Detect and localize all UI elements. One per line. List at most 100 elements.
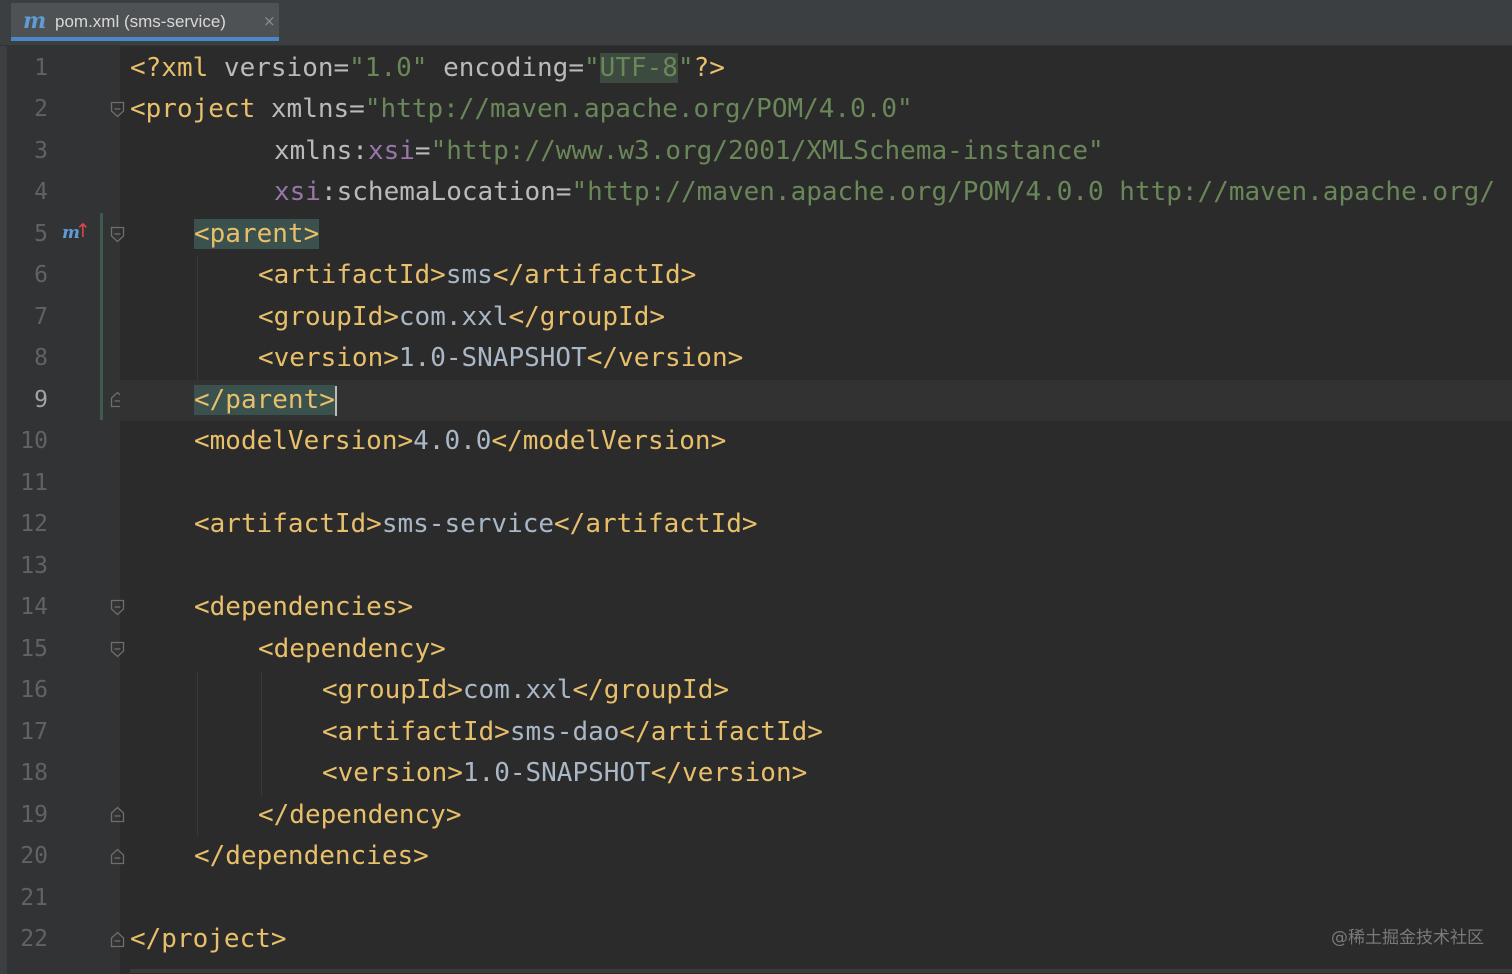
code-line-10: <modelVersion>4.0.0</modelVersion> (194, 423, 726, 459)
quote: " (677, 53, 694, 83)
tag-parent-close-matched: </parent> (194, 385, 335, 415)
code-line-20: </dependencies> (194, 838, 429, 874)
tag-text: 4.0.0 (413, 426, 492, 456)
tag-close: </artifactId> (554, 509, 758, 539)
attr-value: "http://maven.apache.org/POM/4.0.0" (364, 94, 913, 124)
xml-decl-open: <?xml (130, 53, 224, 83)
line-number: 21 (20, 885, 48, 911)
tag-open: <modelVersion> (194, 426, 414, 456)
line-number: 4 (34, 179, 48, 205)
line-number: 11 (20, 470, 48, 496)
editor-window: m pom.xml (sms-service) × 1 2 3 4 5 6 7 … (0, 0, 1512, 974)
code-line-22: </project> (130, 921, 287, 957)
attr-name: schemaLocation (336, 177, 556, 207)
xml-decl-close: ?> (693, 53, 725, 83)
code-line-2: <project xmlns="http://maven.apache.org/… (130, 91, 913, 127)
equals: = (349, 94, 365, 124)
line-number: 7 (34, 304, 48, 330)
tag-text: sms-dao (509, 717, 620, 747)
attr-value: "http://maven.apache.org/POM/4.0.0 http:… (571, 177, 1495, 207)
line-number: 18 (20, 760, 48, 786)
code-line-8: <version>1.0-SNAPSHOT</version> (258, 340, 743, 376)
tag-close: </groupId> (508, 302, 666, 332)
window-left-edge (0, 46, 7, 974)
tag-open: <groupId> (322, 675, 463, 705)
code-line-17: <artifactId>sms-dao</artifactId> (322, 714, 823, 750)
quote: " (583, 53, 600, 83)
attr-name: version (223, 53, 334, 83)
tag-close: </project> (130, 924, 287, 954)
code-line-5: <parent> (194, 216, 320, 252)
watermark: @稀土掘金技术社区 (1331, 928, 1484, 948)
code-line-12: <artifactId>sms-service</artifactId> (194, 506, 758, 542)
code-line-15: <dependency> (258, 631, 446, 667)
line-number-current: 9 (34, 387, 48, 413)
line-number: 2 (34, 96, 48, 122)
code-line-3: xmlns:xsi="http://www.w3.org/2001/XMLSch… (274, 133, 1104, 169)
tag-close: </artifactId> (619, 717, 823, 747)
attr-value: "1.0" (349, 53, 428, 83)
code-line-4: xsi:schemaLocation="http://maven.apache.… (274, 174, 1495, 210)
code-line-9: </parent> (194, 382, 337, 418)
tab-pom-xml[interactable]: m pom.xml (sms-service) × (11, 3, 279, 41)
code-line-7: <groupId>com.xxl</groupId> (258, 299, 665, 335)
tag-open: <artifactId> (258, 260, 446, 290)
tag-open: <version> (322, 758, 463, 788)
attr-name: xmlns (270, 94, 350, 124)
code-editor[interactable]: <?xml version="1.0" encoding="UTF-8"?> <… (120, 46, 1512, 974)
close-icon[interactable]: × (263, 11, 276, 31)
code-line-1: <?xml version="1.0" encoding="UTF-8"?> (130, 50, 725, 86)
indent-guide (197, 671, 198, 836)
tag-open: <groupId> (258, 302, 399, 332)
tag-open: <artifactId> (322, 717, 510, 747)
maven-m-icon: m (23, 8, 47, 34)
tag-open: <artifactId> (194, 509, 382, 539)
tag-open: <project (130, 94, 271, 124)
code-line-19: </dependency> (258, 797, 462, 833)
attr-name: encoding (443, 53, 569, 83)
tag-close: </groupId> (572, 675, 730, 705)
tag-text: com.xxl (398, 302, 509, 332)
colon: : (352, 136, 368, 166)
tag-close: </artifactId> (492, 260, 697, 290)
horizontal-scrollbar[interactable] (130, 969, 1512, 973)
code-line-18: <version>1.0-SNAPSHOT</version> (322, 755, 807, 791)
tag-open: <version> (258, 343, 399, 373)
tag-close: </dependency> (258, 800, 462, 830)
tag-open: <dependencies> (194, 592, 414, 622)
line-number: 6 (34, 262, 48, 288)
tag-text: com.xxl (462, 675, 573, 705)
line-number: 22 (20, 926, 48, 952)
namespace: xsi (274, 177, 321, 207)
encoding-value-highlight: UTF-8 (599, 53, 678, 83)
line-number: 10 (20, 428, 48, 454)
equals: = (555, 177, 572, 207)
tab-label: pom.xml (sms-service) (55, 12, 226, 31)
code-line-6: <artifactId>sms</artifactId> (258, 257, 696, 293)
line-number: 12 (20, 511, 48, 537)
line-number: 3 (34, 138, 48, 164)
tag-text: 1.0-SNAPSHOT (398, 343, 587, 373)
vcs-change-marker[interactable] (100, 213, 103, 420)
line-number: 1 (34, 55, 48, 81)
code-line-16: <groupId>com.xxl</groupId> (322, 672, 729, 708)
equals: = (414, 136, 431, 166)
tag-parent-open-matched: <parent> (194, 219, 320, 249)
override-up-arrow-icon: ↑ (75, 220, 91, 242)
line-number: 15 (20, 636, 48, 662)
line-number: 13 (20, 553, 48, 579)
attr-name: xmlns (274, 136, 353, 166)
tag-open: <dependency> (258, 634, 446, 664)
tag-text: 1.0-SNAPSHOT (462, 758, 651, 788)
indent-guide (197, 256, 198, 381)
overrides-parent-icon[interactable]: m ↑ (62, 220, 92, 246)
line-number: 19 (20, 802, 48, 828)
namespace: xsi (367, 136, 415, 166)
code-line-14: <dependencies> (194, 589, 413, 625)
tag-close: </version> (650, 758, 808, 788)
tag-close: </version> (586, 343, 744, 373)
line-number: 17 (20, 719, 48, 745)
line-number: 20 (20, 843, 48, 869)
colon: : (320, 177, 337, 207)
